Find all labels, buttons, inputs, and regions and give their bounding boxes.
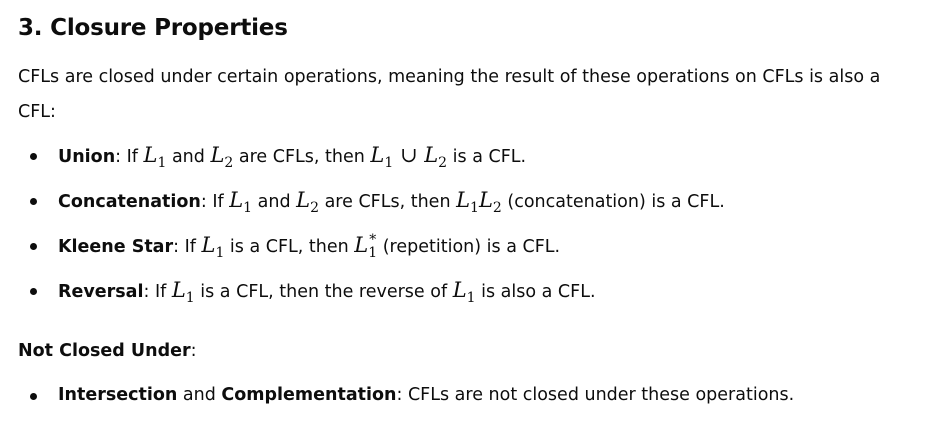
not-closed-label: Not Closed Under <box>18 341 191 361</box>
text-segment: : <box>190 341 197 361</box>
bullet-icon <box>30 288 37 295</box>
text-segment: : If <box>115 147 144 167</box>
text-segment: is also a CFL. <box>475 282 596 302</box>
text-segment: and <box>166 147 211 167</box>
text-segment: (concatenation) is a CFL. <box>501 192 725 212</box>
term-complementation: Complementation <box>221 385 397 405</box>
math-l1: L1 <box>452 278 476 307</box>
math-l1: L1 <box>143 143 167 172</box>
list-item-reversal: Reversal: If L1 is a CFL, then the rever… <box>18 268 725 313</box>
not-closed-heading: Not Closed Under: <box>18 336 197 366</box>
bullet-icon <box>30 153 37 160</box>
intro-paragraph: CFLs are closed under certain operations… <box>18 67 881 122</box>
term-union: Union <box>58 147 116 167</box>
text-segment: : If <box>173 237 202 257</box>
section-heading: 3. Closure Properties <box>18 15 288 41</box>
math-union-expr: L1 ∪ L2 <box>370 143 448 172</box>
text-segment: is a CFL, then <box>224 237 355 257</box>
math-l2: L2 <box>210 143 234 172</box>
math-l1-star: L*1 <box>354 232 378 262</box>
text-segment: is a CFL, then the reverse of <box>194 282 453 302</box>
list-item-concatenation: Concatenation: If L1 and L2 are CFLs, th… <box>18 178 725 223</box>
closed-operations-list: Union: If L1 and L2 are CFLs, then L1 ∪ … <box>18 133 725 313</box>
math-l1: L1 <box>229 188 253 217</box>
text-segment: is a CFL. <box>447 147 527 167</box>
text-segment: : If <box>200 192 230 212</box>
text-segment: are CFLs, then <box>319 192 457 212</box>
text-segment: (repetition) is a CFL. <box>377 237 561 257</box>
term-concatenation: Concatenation <box>58 192 201 212</box>
term-intersection: Intersection <box>58 385 178 405</box>
math-l2: L2 <box>296 188 320 217</box>
math-l1: L1 <box>171 278 195 307</box>
bullet-icon <box>30 198 37 205</box>
not-closed-list: Intersection and Complementation: CFLs a… <box>18 373 794 418</box>
text-segment: : If <box>143 282 172 302</box>
list-item-union: Union: If L1 and L2 are CFLs, then L1 ∪ … <box>18 133 725 178</box>
math-concat-expr: L1L2 <box>456 188 502 217</box>
text-segment: are CFLs, then <box>233 147 371 167</box>
bullet-icon <box>30 393 37 400</box>
list-item-kleene-star: Kleene Star: If L1 is a CFL, then L*1 (r… <box>18 223 725 268</box>
term-kleene-star: Kleene Star <box>58 237 174 257</box>
math-l1: L1 <box>201 233 225 262</box>
term-reversal: Reversal <box>58 282 144 302</box>
list-item-not-closed: Intersection and Complementation: CFLs a… <box>18 373 794 418</box>
text-segment: and <box>252 192 297 212</box>
bullet-icon <box>30 243 37 250</box>
text-segment: : CFLs are not closed under these operat… <box>396 385 795 405</box>
text-segment: and <box>177 385 222 405</box>
